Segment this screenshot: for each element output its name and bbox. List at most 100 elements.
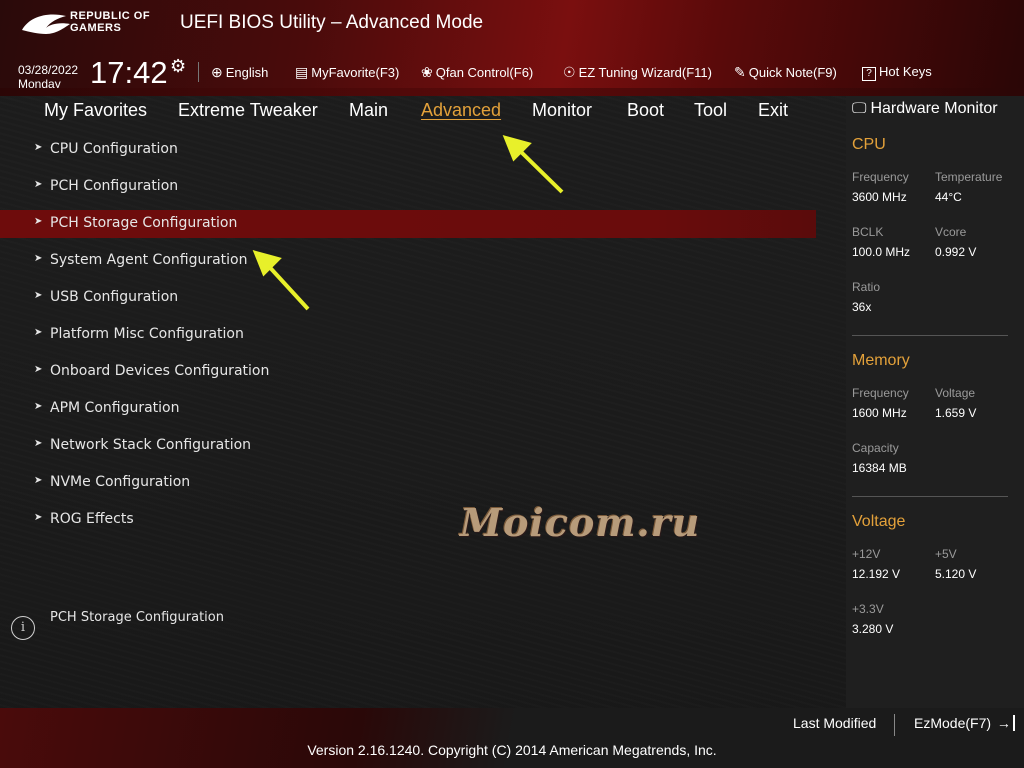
- memory-voltage-label: Voltage: [935, 386, 976, 400]
- exit-arrow-icon: →: [997, 715, 1015, 731]
- ratio-value: 36x: [852, 300, 872, 314]
- menu-item-pch-storage-configuration[interactable]: ➤ PCH Storage Configuration: [0, 210, 816, 238]
- weekday-value: Monday: [18, 77, 61, 91]
- fan-icon: ❀: [421, 64, 433, 80]
- tab-advanced[interactable]: Advanced: [421, 100, 501, 121]
- gear-icon[interactable]: ⚙: [170, 56, 186, 77]
- vcore-label: Vcore: [935, 225, 967, 239]
- menu-item-network-stack-configuration[interactable]: ➤ Network Stack Configuration: [0, 432, 816, 460]
- window-title: UEFI BIOS Utility – Advanced Mode: [180, 12, 484, 33]
- ez-tuning-wizard-button[interactable]: ☉ EZ Tuning Wizard(F11): [563, 64, 712, 81]
- v5-value: 5.120 V: [935, 567, 977, 581]
- favorite-icon: ▤: [295, 64, 309, 80]
- help-description: PCH Storage Configuration: [50, 610, 224, 625]
- tab-boot[interactable]: Boot: [627, 100, 664, 121]
- cpu-section-title: CPU: [852, 136, 886, 153]
- hardware-monitor-title: 🖵 Hardware Monitor: [852, 100, 998, 118]
- memory-frequency-label: Frequency: [852, 386, 909, 400]
- help-icon: ?: [862, 67, 876, 81]
- chevron-right-icon: ➤: [34, 475, 43, 486]
- menu-item-nvme-configuration[interactable]: ➤ NVMe Configuration: [0, 469, 816, 497]
- footer-divider: [894, 714, 895, 736]
- tab-exit[interactable]: Exit: [758, 100, 788, 121]
- memory-voltage-value: 1.659 V: [935, 406, 977, 420]
- cpu-temperature-label: Temperature: [935, 170, 1003, 184]
- tab-main[interactable]: Main: [349, 100, 388, 121]
- menu-item-onboard-devices-configuration[interactable]: ➤ Onboard Devices Configuration: [0, 358, 816, 386]
- version-text: Version 2.16.1240. Copyright (C) 2014 Am…: [307, 742, 717, 758]
- menu-item-pch-configuration[interactable]: ➤ PCH Configuration: [0, 173, 816, 201]
- chevron-right-icon: ➤: [34, 179, 43, 190]
- hardware-monitor-title-text: Hardware Monitor: [870, 100, 998, 117]
- ezmode-button[interactable]: EzMode(F7) →: [914, 715, 1015, 731]
- chevron-right-icon: ➤: [34, 364, 43, 375]
- brand-logo-text: REPUBLIC OF GAMERS: [70, 10, 151, 34]
- v5-label: +5V: [935, 547, 957, 561]
- chevron-right-icon: ➤: [34, 216, 43, 227]
- globe-icon: ⊕: [211, 64, 223, 80]
- chevron-right-icon: ➤: [34, 327, 43, 338]
- menu-item-label: APM Configuration: [50, 400, 180, 416]
- hardware-monitor-panel: 🖵 Hardware Monitor CPU Frequency Temperat…: [846, 96, 1024, 708]
- qfan-control-button[interactable]: ❀ Qfan Control(F6): [421, 64, 533, 81]
- note-icon: ✎: [734, 64, 746, 80]
- hot-keys-label: Hot Keys: [879, 64, 932, 79]
- ezmode-label: EzMode(F7): [914, 715, 992, 731]
- date-value: 03/28/2022: [18, 63, 79, 77]
- menu-item-apm-configuration[interactable]: ➤ APM Configuration: [0, 395, 816, 423]
- qfan-label: Qfan Control(F6): [435, 65, 534, 80]
- bclk-value: 100.0 MHz: [852, 245, 911, 259]
- menu-item-label: CPU Configuration: [50, 141, 178, 157]
- memory-frequency-value: 1600 MHz: [852, 406, 907, 420]
- tab-tool[interactable]: Tool: [694, 100, 727, 121]
- menu-item-platform-misc-configuration[interactable]: ➤ Platform Misc Configuration: [0, 321, 816, 349]
- menu-item-label: USB Configuration: [50, 289, 179, 305]
- last-modified-button[interactable]: Last Modified: [793, 715, 876, 731]
- chevron-right-icon: ➤: [34, 142, 43, 153]
- monitor-icon: 🖵: [852, 100, 867, 117]
- hot-keys-button[interactable]: ? Hot Keys: [862, 64, 932, 81]
- menu-item-usb-configuration[interactable]: ➤ USB Configuration: [0, 284, 816, 312]
- menu-item-label: PCH Storage Configuration: [50, 215, 238, 231]
- cpu-frequency-value: 3600 MHz: [852, 190, 907, 204]
- chevron-right-icon: ➤: [34, 253, 43, 264]
- chevron-right-icon: ➤: [34, 438, 43, 449]
- header-divider: [198, 62, 199, 82]
- language-label: English: [225, 65, 269, 80]
- cpu-frequency-label: Frequency: [852, 170, 909, 184]
- menu-item-system-agent-configuration[interactable]: ➤ System Agent Configuration: [0, 247, 816, 275]
- ratio-label: Ratio: [852, 280, 881, 294]
- bclk-label: BCLK: [852, 225, 884, 239]
- chevron-right-icon: ➤: [34, 512, 43, 523]
- header-bar: REPUBLIC OF GAMERS UEFI BIOS Utility – A…: [0, 0, 1024, 96]
- menu-item-label: Network Stack Configuration: [50, 437, 252, 453]
- v12-value: 12.192 V: [852, 567, 901, 581]
- tab-extreme-tweaker[interactable]: Extreme Tweaker: [178, 100, 318, 121]
- menu-item-label: PCH Configuration: [50, 178, 179, 194]
- menu-item-label: Platform Misc Configuration: [50, 326, 244, 342]
- chevron-right-icon: ➤: [34, 401, 43, 412]
- tab-monitor[interactable]: Monitor: [532, 100, 592, 121]
- section-divider: [852, 496, 1008, 497]
- memory-section-title: Memory: [852, 352, 910, 369]
- ez-tuning-label: EZ Tuning Wizard(F11): [578, 65, 712, 80]
- time-display[interactable]: 17:42: [90, 55, 168, 91]
- main-tabs: My Favorites Extreme Tweaker Main Advanc…: [0, 96, 830, 126]
- quick-note-label: Quick Note(F9): [748, 65, 837, 80]
- myfavorite-label: MyFavorite(F3): [311, 65, 400, 80]
- memory-capacity-value: 16384 MB: [852, 461, 907, 475]
- menu-item-label: NVMe Configuration: [50, 474, 191, 490]
- menu-item-cpu-configuration[interactable]: ➤ CPU Configuration: [0, 136, 816, 164]
- voltage-section-title: Voltage: [852, 513, 906, 530]
- language-button[interactable]: ⊕ English: [211, 64, 268, 81]
- tab-my-favorites[interactable]: My Favorites: [44, 100, 147, 121]
- v12-label: +12V: [852, 547, 881, 561]
- menu-item-label: ROG Effects: [50, 511, 134, 527]
- bulb-icon: ☉: [563, 64, 576, 80]
- quick-note-button[interactable]: ✎ Quick Note(F9): [734, 64, 837, 81]
- watermark-text: Moicom.ru: [460, 500, 701, 545]
- memory-capacity-label: Capacity: [852, 441, 899, 455]
- info-icon: i: [11, 616, 35, 640]
- myfavorite-button[interactable]: ▤ MyFavorite(F3): [295, 64, 399, 81]
- v33-value: 3.280 V: [852, 622, 894, 636]
